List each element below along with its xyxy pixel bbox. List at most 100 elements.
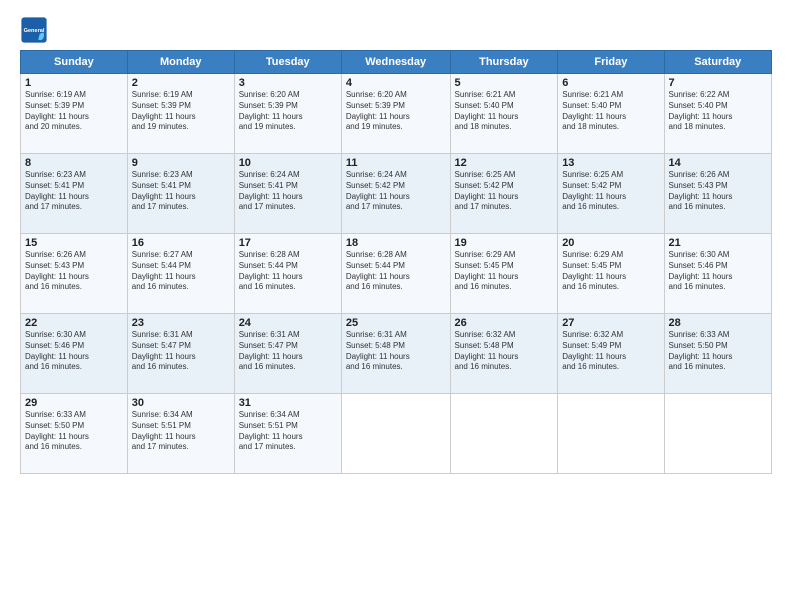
- calendar-day-cell: 31Sunrise: 6:34 AM Sunset: 5:51 PM Dayli…: [234, 394, 341, 474]
- day-info: Sunrise: 6:23 AM Sunset: 5:41 PM Dayligh…: [25, 170, 123, 213]
- day-info: Sunrise: 6:22 AM Sunset: 5:40 PM Dayligh…: [669, 90, 767, 133]
- day-number: 1: [25, 77, 123, 89]
- day-number: 15: [25, 237, 123, 249]
- calendar-week-row: 29Sunrise: 6:33 AM Sunset: 5:50 PM Dayli…: [21, 394, 772, 474]
- day-of-week-header: Monday: [127, 51, 234, 74]
- calendar-day-cell: 3Sunrise: 6:20 AM Sunset: 5:39 PM Daylig…: [234, 74, 341, 154]
- header: General: [20, 16, 772, 44]
- day-info: Sunrise: 6:29 AM Sunset: 5:45 PM Dayligh…: [562, 250, 659, 293]
- day-info: Sunrise: 6:28 AM Sunset: 5:44 PM Dayligh…: [346, 250, 446, 293]
- day-info: Sunrise: 6:34 AM Sunset: 5:51 PM Dayligh…: [132, 410, 230, 453]
- day-info: Sunrise: 6:19 AM Sunset: 5:39 PM Dayligh…: [132, 90, 230, 133]
- day-number: 6: [562, 77, 659, 89]
- day-number: 17: [239, 237, 337, 249]
- calendar-day-cell: 24Sunrise: 6:31 AM Sunset: 5:47 PM Dayli…: [234, 314, 341, 394]
- day-of-week-header: Thursday: [450, 51, 558, 74]
- calendar-day-cell: 5Sunrise: 6:21 AM Sunset: 5:40 PM Daylig…: [450, 74, 558, 154]
- day-of-week-header: Friday: [558, 51, 664, 74]
- calendar-day-cell: 1Sunrise: 6:19 AM Sunset: 5:39 PM Daylig…: [21, 74, 128, 154]
- day-number: 9: [132, 157, 230, 169]
- calendar-day-cell: 8Sunrise: 6:23 AM Sunset: 5:41 PM Daylig…: [21, 154, 128, 234]
- calendar-day-cell: 23Sunrise: 6:31 AM Sunset: 5:47 PM Dayli…: [127, 314, 234, 394]
- day-number: 4: [346, 77, 446, 89]
- day-number: 27: [562, 317, 659, 329]
- day-info: Sunrise: 6:28 AM Sunset: 5:44 PM Dayligh…: [239, 250, 337, 293]
- day-number: 28: [669, 317, 767, 329]
- day-of-week-header: Tuesday: [234, 51, 341, 74]
- day-number: 14: [669, 157, 767, 169]
- day-info: Sunrise: 6:31 AM Sunset: 5:47 PM Dayligh…: [239, 330, 337, 373]
- day-number: 18: [346, 237, 446, 249]
- day-number: 2: [132, 77, 230, 89]
- calendar-day-cell: 15Sunrise: 6:26 AM Sunset: 5:43 PM Dayli…: [21, 234, 128, 314]
- day-info: Sunrise: 6:21 AM Sunset: 5:40 PM Dayligh…: [562, 90, 659, 133]
- day-number: 16: [132, 237, 230, 249]
- day-info: Sunrise: 6:31 AM Sunset: 5:47 PM Dayligh…: [132, 330, 230, 373]
- calendar-day-cell: 22Sunrise: 6:30 AM Sunset: 5:46 PM Dayli…: [21, 314, 128, 394]
- day-info: Sunrise: 6:25 AM Sunset: 5:42 PM Dayligh…: [455, 170, 554, 213]
- day-info: Sunrise: 6:34 AM Sunset: 5:51 PM Dayligh…: [239, 410, 337, 453]
- calendar-day-cell: 26Sunrise: 6:32 AM Sunset: 5:48 PM Dayli…: [450, 314, 558, 394]
- day-number: 26: [455, 317, 554, 329]
- day-number: 3: [239, 77, 337, 89]
- day-number: 30: [132, 397, 230, 409]
- calendar-day-cell: 19Sunrise: 6:29 AM Sunset: 5:45 PM Dayli…: [450, 234, 558, 314]
- calendar-day-cell: [664, 394, 771, 474]
- calendar-day-cell: 12Sunrise: 6:25 AM Sunset: 5:42 PM Dayli…: [450, 154, 558, 234]
- day-number: 13: [562, 157, 659, 169]
- calendar-day-cell: 7Sunrise: 6:22 AM Sunset: 5:40 PM Daylig…: [664, 74, 771, 154]
- calendar-day-cell: [341, 394, 450, 474]
- logo: General: [20, 16, 52, 44]
- calendar-week-row: 1Sunrise: 6:19 AM Sunset: 5:39 PM Daylig…: [21, 74, 772, 154]
- calendar-day-cell: 18Sunrise: 6:28 AM Sunset: 5:44 PM Dayli…: [341, 234, 450, 314]
- day-number: 10: [239, 157, 337, 169]
- day-info: Sunrise: 6:19 AM Sunset: 5:39 PM Dayligh…: [25, 90, 123, 133]
- calendar-day-cell: 21Sunrise: 6:30 AM Sunset: 5:46 PM Dayli…: [664, 234, 771, 314]
- day-number: 21: [669, 237, 767, 249]
- day-number: 19: [455, 237, 554, 249]
- logo-icon: General: [20, 16, 48, 44]
- day-info: Sunrise: 6:24 AM Sunset: 5:42 PM Dayligh…: [346, 170, 446, 213]
- day-info: Sunrise: 6:29 AM Sunset: 5:45 PM Dayligh…: [455, 250, 554, 293]
- calendar-day-cell: 20Sunrise: 6:29 AM Sunset: 5:45 PM Dayli…: [558, 234, 664, 314]
- day-number: 8: [25, 157, 123, 169]
- calendar-day-cell: 9Sunrise: 6:23 AM Sunset: 5:41 PM Daylig…: [127, 154, 234, 234]
- calendar-day-cell: [450, 394, 558, 474]
- day-info: Sunrise: 6:30 AM Sunset: 5:46 PM Dayligh…: [25, 330, 123, 373]
- calendar-page: General SundayMondayTuesdayWednesdayThur…: [0, 0, 792, 612]
- day-info: Sunrise: 6:25 AM Sunset: 5:42 PM Dayligh…: [562, 170, 659, 213]
- calendar-day-cell: 30Sunrise: 6:34 AM Sunset: 5:51 PM Dayli…: [127, 394, 234, 474]
- day-number: 29: [25, 397, 123, 409]
- day-info: Sunrise: 6:30 AM Sunset: 5:46 PM Dayligh…: [669, 250, 767, 293]
- calendar-day-cell: 6Sunrise: 6:21 AM Sunset: 5:40 PM Daylig…: [558, 74, 664, 154]
- day-info: Sunrise: 6:33 AM Sunset: 5:50 PM Dayligh…: [669, 330, 767, 373]
- day-info: Sunrise: 6:32 AM Sunset: 5:48 PM Dayligh…: [455, 330, 554, 373]
- day-info: Sunrise: 6:23 AM Sunset: 5:41 PM Dayligh…: [132, 170, 230, 213]
- calendar-day-cell: [558, 394, 664, 474]
- day-info: Sunrise: 6:24 AM Sunset: 5:41 PM Dayligh…: [239, 170, 337, 213]
- day-info: Sunrise: 6:31 AM Sunset: 5:48 PM Dayligh…: [346, 330, 446, 373]
- calendar-week-row: 8Sunrise: 6:23 AM Sunset: 5:41 PM Daylig…: [21, 154, 772, 234]
- day-number: 23: [132, 317, 230, 329]
- calendar-day-cell: 2Sunrise: 6:19 AM Sunset: 5:39 PM Daylig…: [127, 74, 234, 154]
- day-number: 24: [239, 317, 337, 329]
- day-info: Sunrise: 6:26 AM Sunset: 5:43 PM Dayligh…: [25, 250, 123, 293]
- day-info: Sunrise: 6:27 AM Sunset: 5:44 PM Dayligh…: [132, 250, 230, 293]
- calendar-day-cell: 4Sunrise: 6:20 AM Sunset: 5:39 PM Daylig…: [341, 74, 450, 154]
- calendar-header-row: SundayMondayTuesdayWednesdayThursdayFrid…: [21, 51, 772, 74]
- day-number: 25: [346, 317, 446, 329]
- day-info: Sunrise: 6:21 AM Sunset: 5:40 PM Dayligh…: [455, 90, 554, 133]
- day-info: Sunrise: 6:26 AM Sunset: 5:43 PM Dayligh…: [669, 170, 767, 213]
- day-info: Sunrise: 6:20 AM Sunset: 5:39 PM Dayligh…: [346, 90, 446, 133]
- day-info: Sunrise: 6:20 AM Sunset: 5:39 PM Dayligh…: [239, 90, 337, 133]
- calendar-day-cell: 14Sunrise: 6:26 AM Sunset: 5:43 PM Dayli…: [664, 154, 771, 234]
- day-info: Sunrise: 6:33 AM Sunset: 5:50 PM Dayligh…: [25, 410, 123, 453]
- calendar-week-row: 22Sunrise: 6:30 AM Sunset: 5:46 PM Dayli…: [21, 314, 772, 394]
- day-number: 22: [25, 317, 123, 329]
- calendar-day-cell: 29Sunrise: 6:33 AM Sunset: 5:50 PM Dayli…: [21, 394, 128, 474]
- day-of-week-header: Sunday: [21, 51, 128, 74]
- day-number: 20: [562, 237, 659, 249]
- day-info: Sunrise: 6:32 AM Sunset: 5:49 PM Dayligh…: [562, 330, 659, 373]
- day-number: 31: [239, 397, 337, 409]
- calendar-week-row: 15Sunrise: 6:26 AM Sunset: 5:43 PM Dayli…: [21, 234, 772, 314]
